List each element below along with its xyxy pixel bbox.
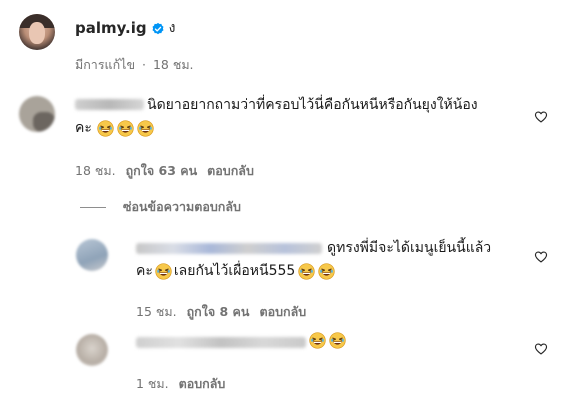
reply2-text-redacted: [136, 337, 306, 348]
comment-text-line1: นิดยาอยากถามว่าที่ครอบไว้นี่คือกันหนีหรื…: [147, 97, 478, 113]
comment-reply-button[interactable]: ตอบกลับ: [207, 161, 254, 181]
reply-text-line2-prefix: คะ: [136, 263, 153, 279]
post-meta: มีการแก้ไข · 18 ชม.: [75, 55, 194, 75]
grinning-squinting-face-emoji: [298, 263, 315, 280]
grinning-squinting-face-emoji: [309, 332, 326, 349]
edited-label: มีการแก้ไข: [75, 57, 135, 72]
reply2-reply-button[interactable]: ตอบกลับ: [179, 374, 226, 394]
post-header: palmy.ig ง: [75, 17, 175, 39]
post-caption: ง: [168, 20, 176, 36]
reply-text-line1-row: ดูทรงพี่มีจะได้เมนูเย็นนี้แล้ว: [327, 238, 491, 259]
grinning-squinting-face-emoji: [155, 263, 172, 280]
grinning-squinting-face-emoji: [137, 120, 154, 137]
comment-time: 18 ชม.: [75, 163, 116, 178]
grinning-squinting-face-emoji: [117, 120, 134, 137]
verified-badge-icon: [151, 21, 165, 35]
reply-text-line2-row: คะ เลยกันไว้เผื่อหนี555: [136, 261, 335, 282]
heart-outline-icon[interactable]: [534, 110, 548, 124]
post-time: 18 ชม.: [152, 57, 194, 72]
comment-likes[interactable]: ถูกใจ 63 คน: [126, 161, 198, 181]
heart-outline-icon[interactable]: [534, 250, 548, 264]
heart-outline-icon[interactable]: [534, 342, 548, 356]
reply2-emoji-row: [306, 332, 346, 349]
reply2-meta: 1 ชม. ตอบกลับ: [136, 374, 225, 394]
reply-avatar[interactable]: [76, 239, 108, 271]
hide-replies-button[interactable]: ซ่อนข้อความตอบกลับ: [80, 197, 241, 217]
reply-reply-button[interactable]: ตอบกลับ: [259, 302, 306, 322]
grinning-squinting-face-emoji: [318, 263, 335, 280]
reply-text-line1: ดูทรงพี่มีจะได้เมนูเย็นนี้แล้ว: [327, 240, 492, 256]
reply2-avatar[interactable]: [76, 334, 108, 366]
meta-separator: ·: [141, 57, 146, 72]
comment-text: นิดยาอยากถามว่าที่ครอบไว้นี่คือกันหนีหรื…: [147, 95, 527, 116]
comment-username-redacted[interactable]: [75, 99, 144, 110]
comment-text-line2-row: คะ: [75, 118, 154, 139]
hide-replies-label[interactable]: ซ่อนข้อความตอบกลับ: [123, 197, 241, 217]
reply2-time: 1 ชม.: [136, 376, 169, 391]
grinning-squinting-face-emoji: [97, 120, 114, 137]
reply-meta: 15 ชม. ถูกใจ 8 คน ตอบกลับ: [136, 302, 306, 322]
comment-avatar[interactable]: [19, 96, 55, 132]
post-author-avatar[interactable]: [19, 14, 55, 50]
reply-time: 15 ชม.: [136, 304, 177, 319]
post-username[interactable]: palmy.ig: [75, 19, 147, 37]
reply-likes[interactable]: ถูกใจ 8 คน: [187, 302, 250, 322]
comment-text-line2: คะ: [75, 120, 92, 136]
reply-text-line2-suffix: เลยกันไว้เผื่อหนี555: [173, 263, 296, 279]
reply-username-redacted[interactable]: [136, 243, 322, 254]
grinning-squinting-face-emoji: [329, 332, 346, 349]
hide-replies-divider: [80, 206, 106, 208]
comment-meta: 18 ชม. ถูกใจ 63 คน ตอบกลับ: [75, 161, 254, 181]
avatar-blur-detail: [33, 112, 55, 132]
avatar-face: [29, 22, 45, 44]
